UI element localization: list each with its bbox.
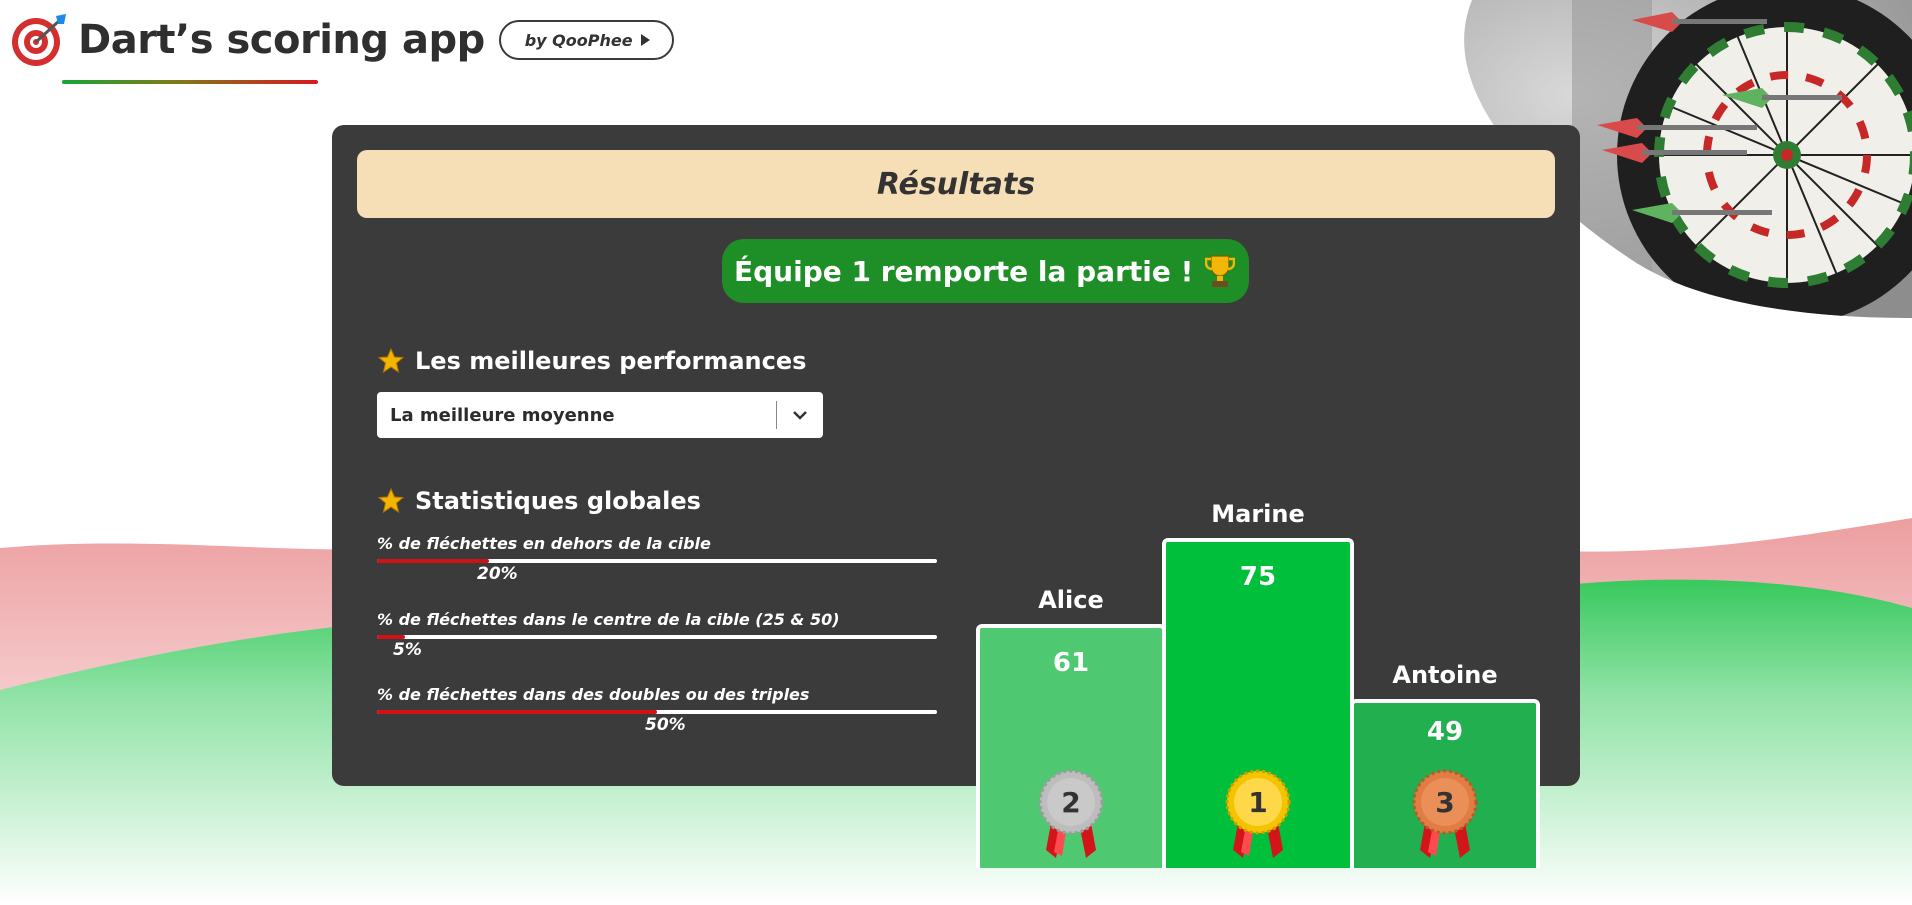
best-performances-text: Les meilleures performances: [415, 347, 807, 375]
performance-select[interactable]: La meilleure moyenne: [377, 392, 823, 438]
stat-label: % de fléchettes dans le centre de la cib…: [377, 610, 840, 629]
podium-step-second: 61 2: [976, 624, 1166, 868]
app-title-text: Dart’s scoring app: [78, 17, 485, 63]
stat-outside-target: % de fléchettes en dehors de la cible 20…: [377, 534, 937, 584]
stat-value: 50%: [645, 715, 686, 735]
podium-step-third: 49 3: [1350, 699, 1540, 868]
star-icon: [377, 487, 405, 514]
app-title: Dart’s scoring app: [78, 17, 485, 63]
podium: Alice 61 2 Marine 75 1 Antoine 49 3: [976, 395, 1544, 868]
by-qoophee-button[interactable]: by QooPhee: [498, 20, 674, 60]
stat-progress-fill: [377, 710, 657, 714]
target-logo-icon: [12, 14, 66, 66]
results-title: Résultats: [876, 166, 1036, 202]
stat-doubles-triples: % de fléchettes dans des doubles ou des …: [377, 685, 937, 735]
medal-icon: 1: [1225, 769, 1291, 858]
star-icon: [377, 347, 405, 374]
podium-name-third: Antoine: [1392, 661, 1498, 689]
by-qoophee-label: by QooPhee: [524, 30, 633, 50]
medal-icon: 2: [1038, 769, 1104, 858]
stat-track: [377, 559, 937, 563]
winner-banner: Équipe 1 remporte la partie !: [722, 239, 1250, 303]
medal-icon: 3: [1412, 769, 1478, 858]
medal-rank: 3: [1435, 786, 1454, 819]
trophy-icon: [1205, 255, 1236, 287]
podium-score-first: 75: [1239, 562, 1277, 592]
chevron-down-icon[interactable]: [777, 392, 823, 438]
podium-score-second: 61: [1052, 648, 1090, 678]
stat-progress-fill: [377, 559, 489, 563]
stat-value: 5%: [393, 640, 422, 660]
results-panel: Résultats Équipe 1 remporte la partie ! …: [332, 125, 1580, 868]
stat-progress-fill: [377, 635, 405, 639]
stat-label: % de fléchettes dans des doubles ou des …: [377, 685, 810, 704]
performance-select-value: La meilleure moyenne: [390, 404, 615, 426]
podium-name-first: Marine: [1211, 500, 1305, 528]
app-header: Dart’s scoring app by QooPhee: [10, 10, 674, 84]
podium-score-third: 49: [1426, 717, 1464, 747]
winner-text: Équipe 1 remporte la partie !: [734, 254, 1194, 288]
podium-name-second: Alice: [1038, 586, 1104, 614]
podium-step-first: 75 1: [1162, 538, 1354, 868]
stat-value: 20%: [477, 564, 518, 584]
title-underline: [62, 80, 318, 84]
medal-rank: 1: [1248, 786, 1267, 819]
medal-rank: 2: [1061, 786, 1080, 819]
stat-label: % de fléchettes en dehors de la cible: [377, 534, 711, 553]
stat-track: [377, 710, 937, 714]
global-stats-text: Statistiques globales: [415, 487, 701, 515]
global-stats-title: Statistiques globales: [377, 487, 701, 515]
best-performances-title: Les meilleures performances: [377, 347, 806, 375]
play-icon: [640, 34, 650, 46]
stat-track: [377, 635, 937, 639]
results-header: Résultats: [357, 150, 1555, 218]
stat-bullseye: % de fléchettes dans le centre de la cib…: [377, 610, 937, 660]
